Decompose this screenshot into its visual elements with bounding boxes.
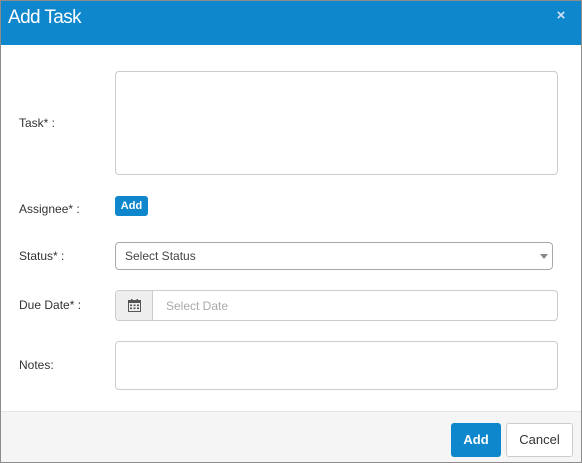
due-date-label: Due Date* : xyxy=(19,298,82,312)
task-textarea[interactable] xyxy=(115,71,558,175)
notes-textarea[interactable] xyxy=(115,341,558,390)
dialog-header: Add Task × xyxy=(1,1,581,45)
chevron-down-icon xyxy=(540,254,548,259)
assignee-label: Assignee* : xyxy=(19,202,80,216)
add-task-dialog: Add Task × Task* : Assignee* : Add Statu… xyxy=(0,0,582,463)
task-label: Task* : xyxy=(19,116,56,130)
status-selected-value: Select Status xyxy=(125,249,196,263)
dialog-footer: Add Cancel xyxy=(1,411,581,462)
cancel-button[interactable]: Cancel xyxy=(506,423,573,457)
due-date-group xyxy=(115,290,558,321)
add-button[interactable]: Add xyxy=(451,423,501,457)
status-select[interactable]: Select Status xyxy=(115,242,553,270)
close-icon[interactable]: × xyxy=(554,8,568,23)
calendar-icon xyxy=(128,299,141,312)
notes-label: Notes: xyxy=(19,358,54,372)
dialog-title: Add Task xyxy=(8,7,82,28)
status-label: Status* : xyxy=(19,249,65,263)
add-assignee-button[interactable]: Add xyxy=(115,196,148,216)
calendar-button[interactable] xyxy=(116,291,153,320)
due-date-input[interactable] xyxy=(153,291,557,320)
